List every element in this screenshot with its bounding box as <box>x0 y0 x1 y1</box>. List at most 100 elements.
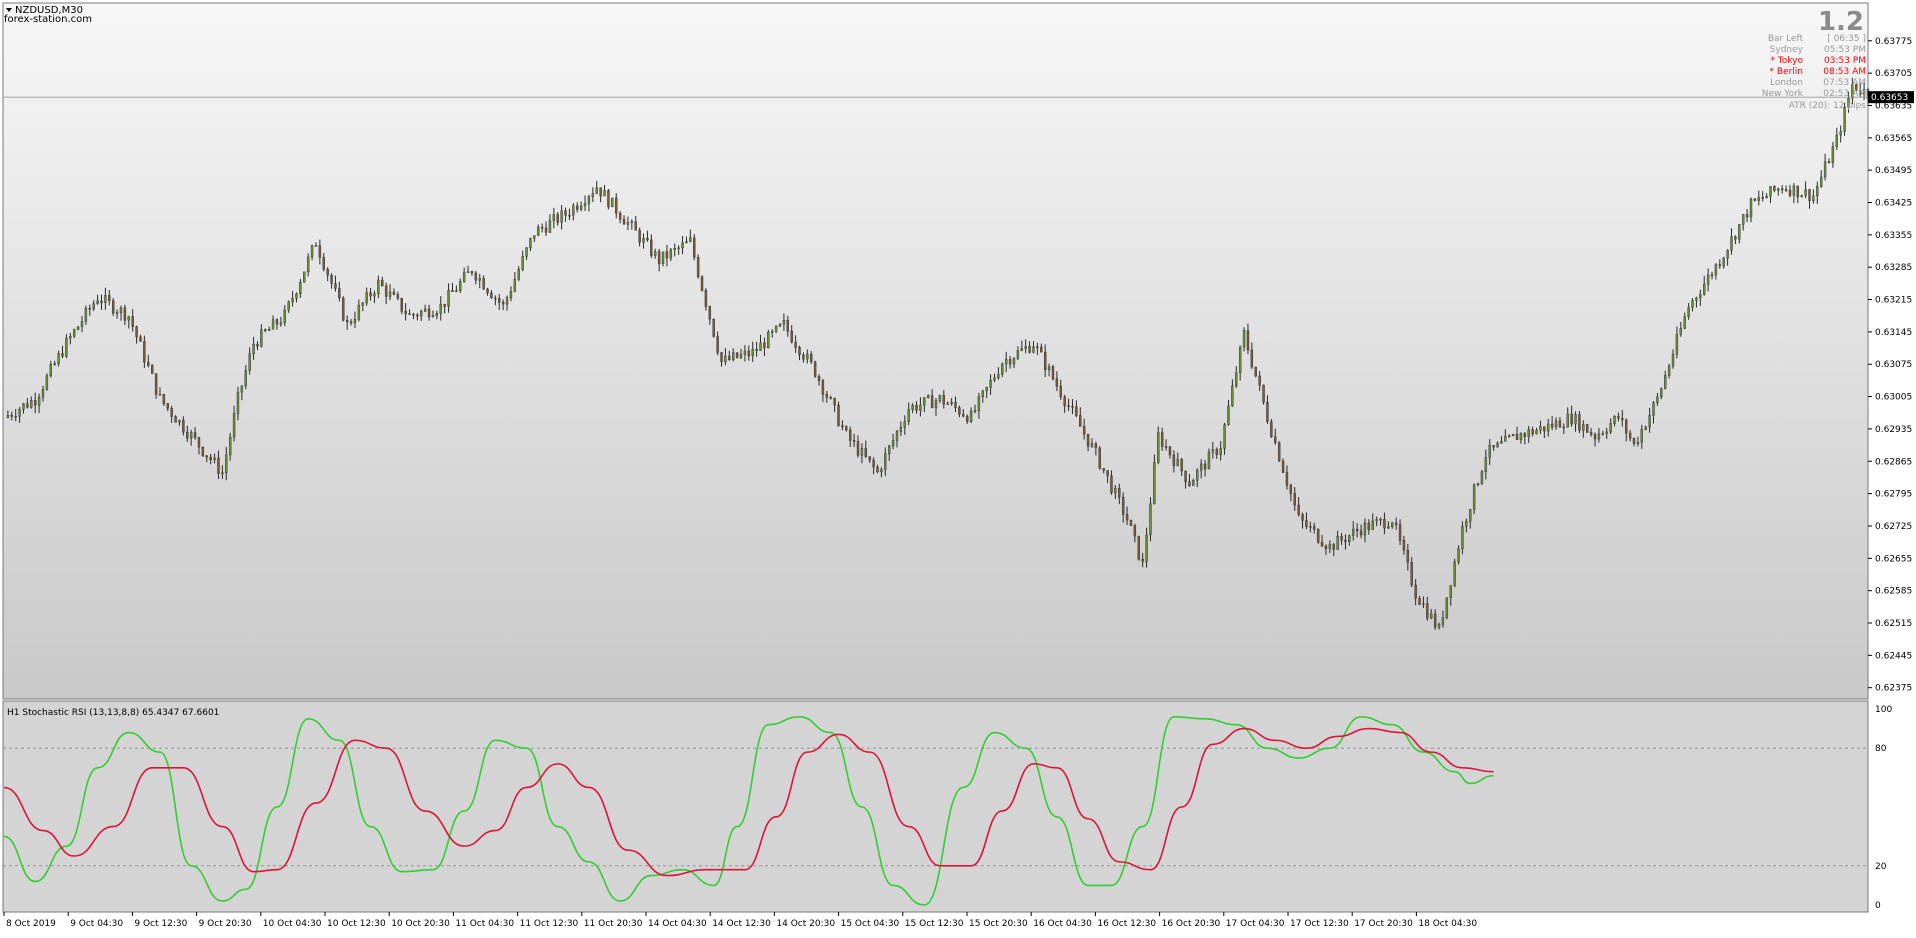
candle-body <box>1691 300 1694 308</box>
time-tick-label: 17 Oct 20:30 <box>1354 919 1413 929</box>
candle-body <box>564 210 567 216</box>
candle-body <box>587 196 591 204</box>
candle-body <box>1020 348 1023 351</box>
time-tick-label: 10 Oct 12:30 <box>327 919 386 929</box>
candle-body <box>470 271 474 274</box>
candle-body <box>790 330 793 343</box>
candle-body <box>131 316 134 327</box>
candle-body <box>162 394 166 404</box>
candle-body <box>396 294 400 299</box>
candle-body <box>755 348 758 351</box>
candle-body <box>455 290 458 292</box>
info-row-label: Sydney <box>1770 45 1804 55</box>
candle-body <box>1742 214 1745 225</box>
candle-body <box>1636 442 1640 444</box>
candle-body <box>1012 358 1016 365</box>
candle-body <box>84 308 88 322</box>
info-row-label: * Berlin <box>1770 67 1803 77</box>
candle-body <box>225 454 228 474</box>
candle-body <box>147 361 150 366</box>
candle-body <box>61 353 64 357</box>
candle-body <box>657 251 661 264</box>
candle-body <box>1628 432 1632 439</box>
candle-body <box>213 457 216 461</box>
time-tick-label: 8 Oct 2019 <box>6 919 56 929</box>
candle-body <box>891 440 895 447</box>
candle-body <box>1118 487 1121 498</box>
candle-body <box>1040 346 1043 353</box>
candle-body <box>958 407 961 415</box>
chart-window: 0.63775 0.63705 0.63635 0.63565 0.63495 0.634… <box>0 0 1916 933</box>
candle-body <box>92 303 95 310</box>
candle-body <box>1652 402 1655 416</box>
candle-body <box>1348 535 1351 542</box>
candle-body <box>1090 443 1094 447</box>
candle-body <box>1761 197 1764 199</box>
candle-body <box>158 394 162 396</box>
info-row-value: 08:53 AM <box>1823 67 1866 77</box>
candle-body <box>182 420 185 433</box>
candle-body <box>1203 463 1207 470</box>
candle-body <box>400 298 403 312</box>
candle-body <box>501 302 505 305</box>
candle-body <box>919 404 922 411</box>
candle-body <box>1355 528 1359 532</box>
candle-body <box>724 355 727 362</box>
candle-body <box>365 292 368 304</box>
candle-body <box>1488 445 1491 458</box>
candle-body <box>1359 530 1363 536</box>
candle-body <box>1102 468 1105 471</box>
time-tick-label: 10 Oct 20:30 <box>391 919 450 929</box>
price-tick-label: 0.62445 <box>1875 651 1912 661</box>
candle-body <box>1231 385 1234 407</box>
candle-body <box>630 221 634 223</box>
candle-body <box>739 354 743 358</box>
candle-body <box>708 306 712 320</box>
candle-body <box>1332 544 1335 550</box>
candle-body <box>1593 434 1597 440</box>
candle-body <box>1469 509 1472 522</box>
candle-body <box>806 353 809 360</box>
candle-body <box>743 350 747 355</box>
candle-body <box>100 300 103 303</box>
price-tick-label: 0.63425 <box>1875 199 1912 209</box>
candle-body <box>693 237 696 258</box>
candle-body <box>111 300 115 314</box>
candle-body <box>521 256 524 270</box>
candle-body <box>1527 429 1530 437</box>
candle-body <box>1453 561 1456 586</box>
candle-body <box>1656 396 1659 403</box>
candle-body <box>560 210 563 223</box>
candle-body <box>22 403 25 410</box>
candle-body <box>646 238 649 241</box>
chart-header: NZDUSD,M30 forex-station.com <box>4 5 92 25</box>
candle-body <box>1605 431 1608 434</box>
candle-body <box>1660 388 1663 398</box>
candle-body <box>704 290 708 307</box>
candle-body <box>1293 493 1296 506</box>
candle-body <box>1441 617 1445 625</box>
candle-body <box>1281 460 1285 473</box>
candle-body <box>938 395 942 401</box>
candle-body <box>1769 186 1772 197</box>
candle-body <box>728 355 731 360</box>
candle-body <box>533 235 536 239</box>
candle-body <box>1586 424 1589 433</box>
candle-body <box>1258 375 1261 386</box>
price-tick-label: 0.63145 <box>1875 328 1912 338</box>
candle-body <box>1433 613 1437 628</box>
candle-body <box>1215 449 1218 455</box>
time-tick-label: 16 Oct 12:30 <box>1097 919 1156 929</box>
candle-body <box>1114 487 1117 494</box>
candle-body <box>1223 424 1226 449</box>
candle-body <box>1301 514 1304 521</box>
candle-body <box>576 205 579 210</box>
candle-body <box>404 310 407 315</box>
candle-body <box>669 249 673 259</box>
candle-body <box>1129 519 1133 526</box>
candle-body <box>1363 522 1367 536</box>
candle-body <box>37 397 41 406</box>
candle-body <box>1812 195 1815 201</box>
candle-body <box>412 313 415 316</box>
candle-body <box>30 400 33 408</box>
